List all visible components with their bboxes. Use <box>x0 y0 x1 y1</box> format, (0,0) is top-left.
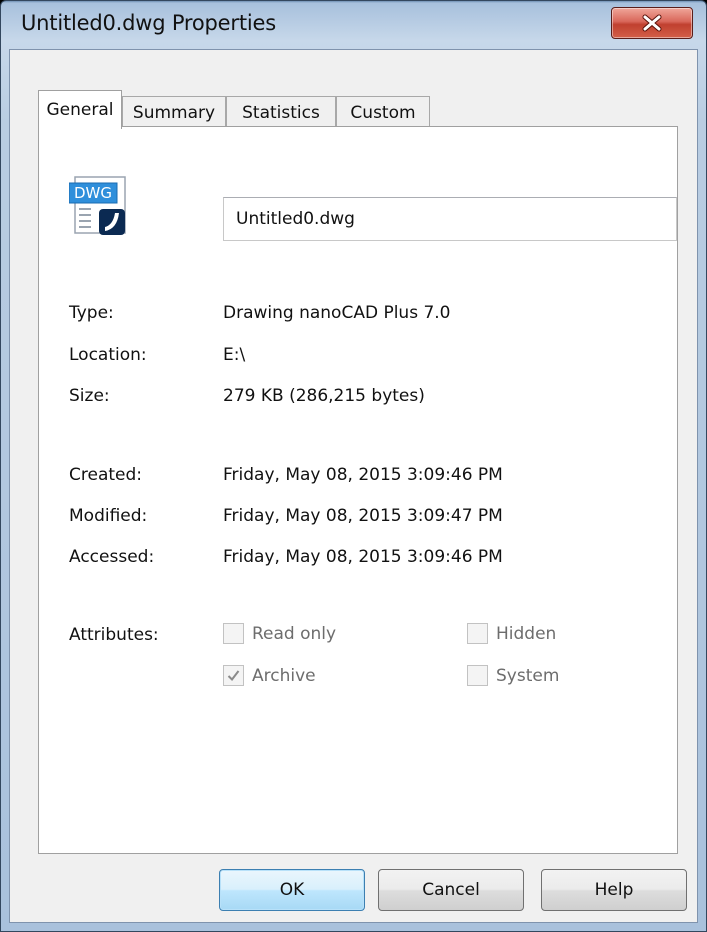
created-value: Friday, May 08, 2015 3:09:46 PM <box>223 465 503 485</box>
ok-label: OK <box>279 880 305 900</box>
archive-checkbox[interactable]: Archive <box>223 665 316 686</box>
checkbox-box <box>223 665 244 686</box>
dialog-body: General Summary Statistics Custom DWG Un… <box>9 49 698 923</box>
created-label: Created: <box>69 465 143 485</box>
accessed-label: Accessed: <box>69 547 155 567</box>
window-title: Untitled0.dwg Properties <box>21 11 276 35</box>
archive-label: Archive <box>252 665 316 686</box>
general-tab-panel: DWG Untitled0.dwg Type: Drawing nanoCAD … <box>38 126 678 854</box>
properties-dialog: Untitled0.dwg Properties General Summary… <box>0 0 707 932</box>
tab-label: Custom <box>350 102 416 123</box>
modified-label: Modified: <box>69 506 148 526</box>
tab-label: Summary <box>132 102 216 123</box>
checkbox-box <box>467 623 488 644</box>
cancel-button[interactable]: Cancel <box>378 869 524 911</box>
close-button[interactable] <box>611 7 693 39</box>
read-only-label: Read only <box>252 623 337 644</box>
help-button[interactable]: Help <box>541 869 687 911</box>
checkbox-box <box>467 665 488 686</box>
tab-summary[interactable]: Summary <box>122 96 226 128</box>
dwg-file-icon: DWG <box>69 176 126 235</box>
type-label: Type: <box>69 303 114 323</box>
type-value: Drawing nanoCAD Plus 7.0 <box>223 303 451 323</box>
system-label: System <box>496 665 560 686</box>
accessed-value: Friday, May 08, 2015 3:09:46 PM <box>223 547 503 567</box>
size-label: Size: <box>69 386 110 406</box>
location-value: E:\ <box>223 345 246 365</box>
read-only-checkbox[interactable]: Read only <box>223 623 336 644</box>
help-label: Help <box>594 880 634 900</box>
checkbox-box <box>223 623 244 644</box>
hidden-label: Hidden <box>496 623 557 644</box>
attributes-label: Attributes: <box>69 625 159 645</box>
ok-button[interactable]: OK <box>219 869 365 911</box>
tab-general[interactable]: General <box>38 90 122 129</box>
tab-custom[interactable]: Custom <box>336 96 430 128</box>
hidden-checkbox[interactable]: Hidden <box>467 623 556 644</box>
modified-value: Friday, May 08, 2015 3:09:47 PM <box>223 506 503 526</box>
system-checkbox[interactable]: System <box>467 665 559 686</box>
size-value: 279 KB (286,215 bytes) <box>223 386 425 406</box>
tab-label: General <box>46 100 114 120</box>
cancel-label: Cancel <box>422 880 480 900</box>
close-icon <box>642 14 662 32</box>
icon-label: DWG <box>74 184 112 202</box>
location-label: Location: <box>69 345 147 365</box>
tab-statistics[interactable]: Statistics <box>226 96 336 128</box>
title-bar[interactable]: Untitled0.dwg Properties <box>1 1 706 51</box>
filename-field[interactable]: Untitled0.dwg <box>223 197 677 241</box>
tab-label: Statistics <box>242 102 320 123</box>
checkmark-icon <box>227 670 240 682</box>
